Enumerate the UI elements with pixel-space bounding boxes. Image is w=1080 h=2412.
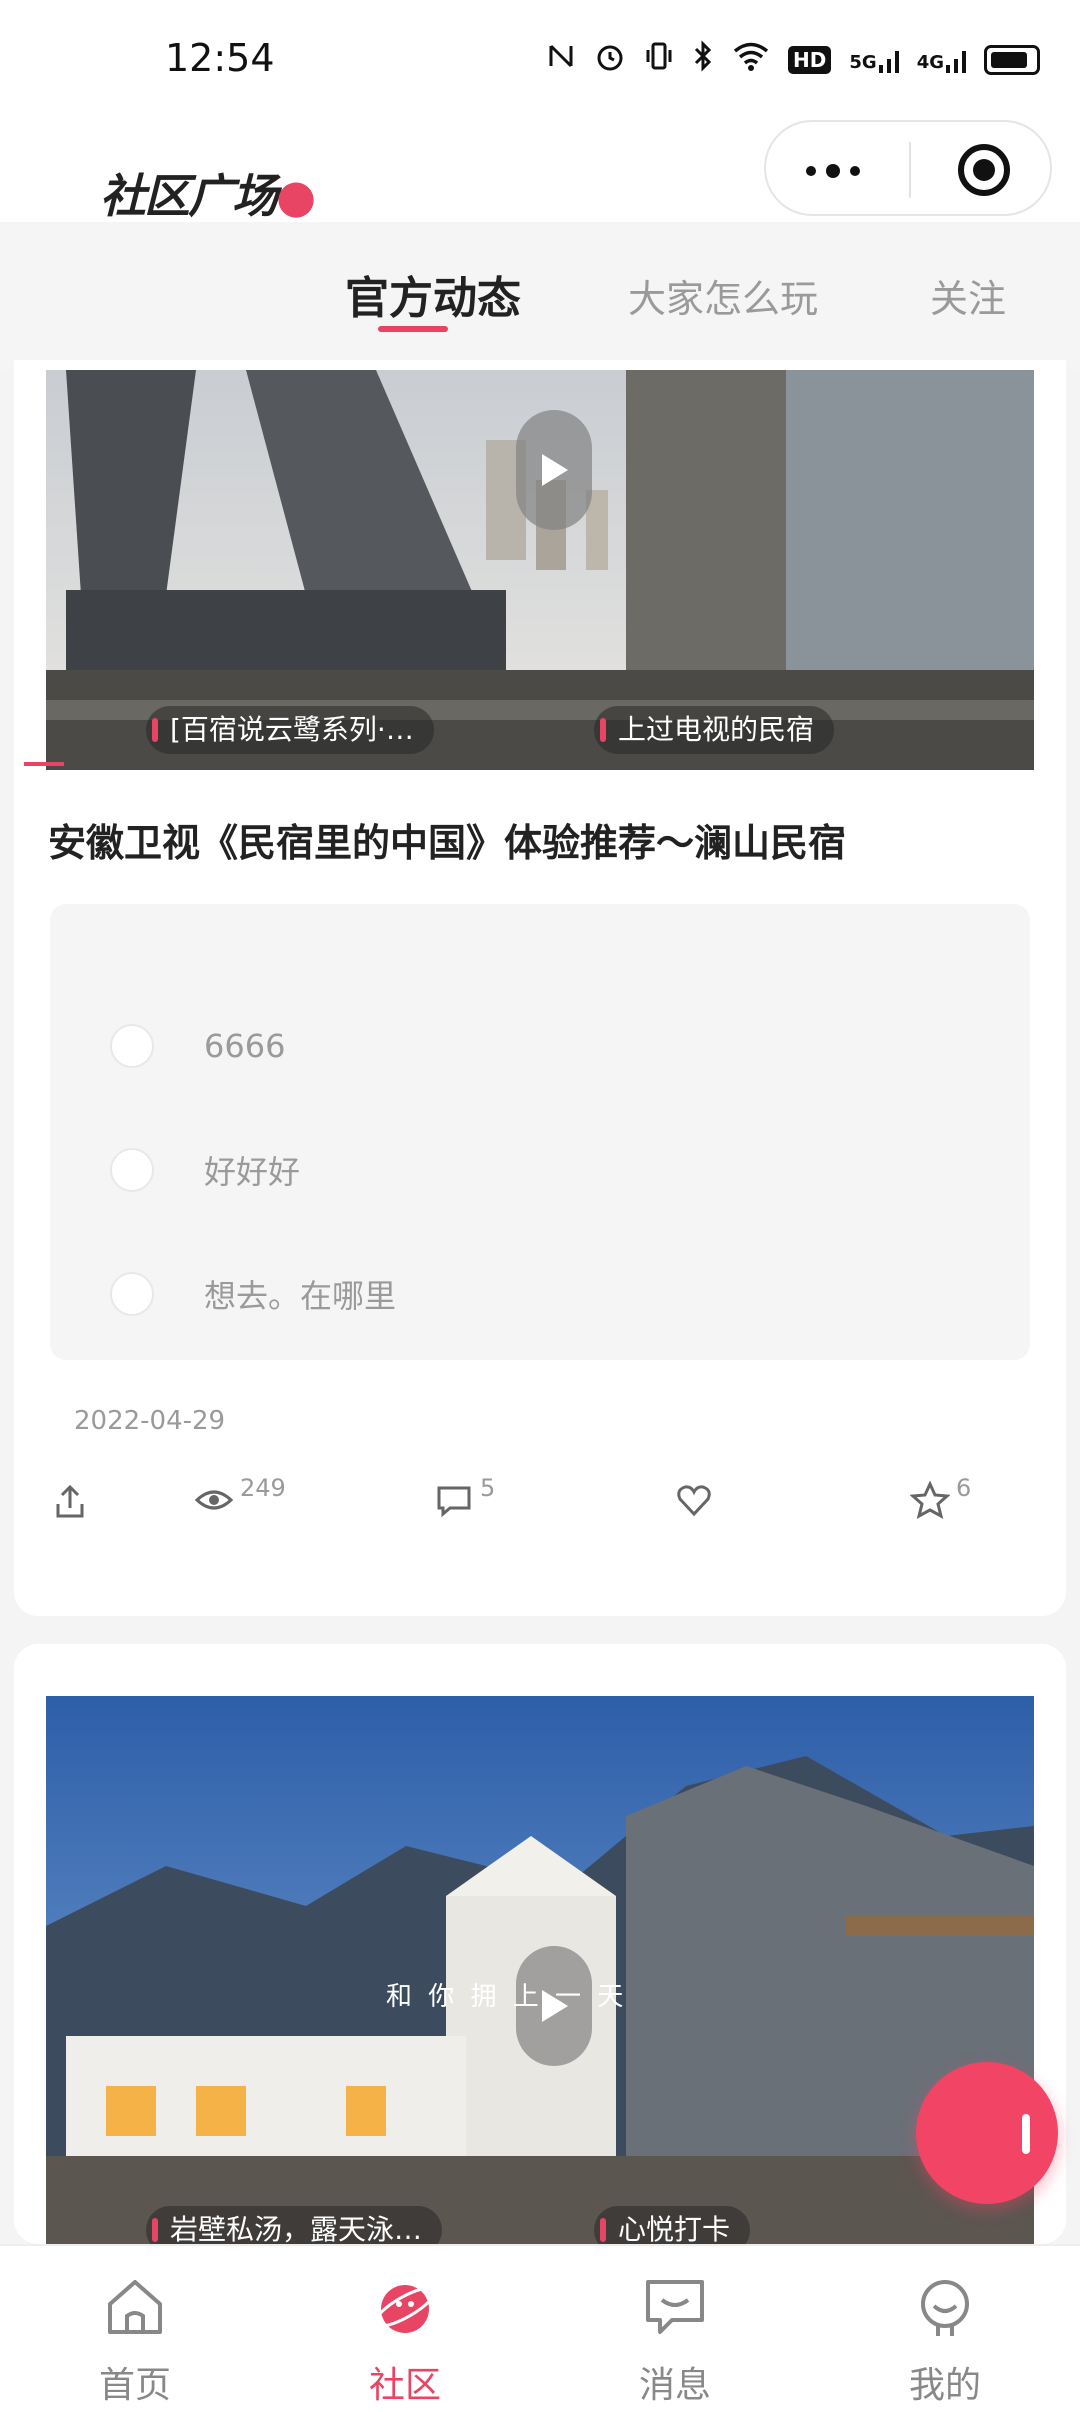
- comment-button[interactable]: 5: [434, 1474, 495, 1520]
- wifi-icon: [732, 41, 770, 79]
- play-button[interactable]: [516, 410, 592, 530]
- hd-icon: HD: [788, 46, 832, 74]
- eye-icon: [194, 1490, 234, 1510]
- nfc-icon: [546, 41, 576, 79]
- tab-how-everyone-plays[interactable]: 大家怎么玩: [628, 268, 818, 323]
- nav-label: 社区: [368, 2365, 441, 2406]
- comment-text: 好好好: [204, 1153, 301, 1191]
- avatar: [110, 1024, 154, 1068]
- comment-text: 想去。在哪里: [204, 1277, 397, 1315]
- comment-item: 好好好: [110, 1140, 300, 1200]
- nav-home[interactable]: 首页: [0, 2246, 270, 2412]
- comment-item: 想去。在哪里: [110, 1264, 396, 1324]
- comment-icon: [437, 1486, 471, 1518]
- fab-indicator: [1022, 2114, 1030, 2154]
- favorite-button[interactable]: 6: [910, 1474, 971, 1520]
- nav-messages[interactable]: 消息: [540, 2246, 810, 2412]
- 4g-signal-icon: 4G: [917, 47, 966, 73]
- tab-official-news[interactable]: 官方动态: [345, 262, 521, 326]
- topic-tag[interactable]: 心悦打卡: [594, 2206, 751, 2244]
- post-card[interactable]: [百宿说云鹭系列·… 上过电视的民宿 安徽卫视《民宿里的中国》体验推荐～澜山民宿…: [14, 360, 1066, 1616]
- status-icons: HD 5G 4G: [546, 40, 1040, 80]
- post-date: 2022-04-29: [74, 1406, 226, 1436]
- close-target-icon[interactable]: [958, 144, 1010, 196]
- share-icon: [56, 1484, 84, 1518]
- avatar: [110, 1272, 154, 1316]
- battery-icon: [984, 45, 1040, 75]
- app-logo: 社区广场●: [100, 160, 316, 226]
- active-tab-indicator: [378, 326, 448, 332]
- status-bar: 12:54 HD 5G 4G: [0, 0, 1080, 120]
- header: 社区广场●: [0, 120, 1080, 223]
- avatar: [110, 1148, 154, 1192]
- create-post-fab[interactable]: [916, 2062, 1058, 2204]
- nav-profile[interactable]: 我的: [810, 2246, 1080, 2412]
- 5g-label: 5G: [849, 52, 877, 73]
- capsule-divider: [909, 142, 911, 198]
- like-button[interactable]: [674, 1480, 720, 1520]
- profile-icon: [921, 2280, 969, 2336]
- favorite-count-value: 6: [956, 1474, 972, 1502]
- message-icon: [646, 2280, 704, 2334]
- post-video[interactable]: 岩壁私汤，露天泳… 心悦打卡 和 你 拥 上 一 天: [46, 1696, 1034, 2244]
- nav-community[interactable]: 社区: [270, 2246, 540, 2412]
- star-icon: [910, 1480, 950, 1519]
- post-card[interactable]: 岩壁私汤，露天泳… 心悦打卡 和 你 拥 上 一 天: [14, 1644, 1066, 2244]
- tab-follow[interactable]: 关注: [930, 268, 1006, 323]
- comment-preview-box[interactable]: 6666 好好好 想去。在哪里: [50, 904, 1030, 1360]
- more-icon[interactable]: [806, 164, 860, 178]
- 4g-label: 4G: [916, 52, 944, 73]
- vibrate-icon: [644, 40, 674, 80]
- nav-label: 首页: [98, 2365, 171, 2406]
- comment-item: 6666: [110, 1016, 285, 1076]
- video-overlay-text: 和 你 拥 上 一 天: [386, 1982, 628, 2012]
- tab-bar: 官方动态 大家怎么玩 关注: [0, 222, 1080, 370]
- nav-label: 消息: [638, 2365, 711, 2406]
- status-time: 12:54: [165, 36, 275, 80]
- bottom-nav: 首页 社区 消息 我的: [0, 2244, 1080, 2412]
- video-progress-mark: [24, 762, 64, 766]
- post-title[interactable]: 安徽卫视《民宿里的中国》体验推荐～澜山民宿: [48, 812, 846, 867]
- topic-tag[interactable]: 岩壁私汤，露天泳…: [146, 2206, 443, 2244]
- topic-tag[interactable]: [百宿说云鹭系列·…: [146, 706, 434, 754]
- view-count: 249: [194, 1474, 286, 1520]
- alarm-icon: [594, 40, 626, 80]
- post-video[interactable]: [百宿说云鹭系列·… 上过电视的民宿: [46, 370, 1034, 770]
- comment-text: 6666: [204, 1027, 286, 1065]
- logo-dot: ●: [276, 169, 316, 223]
- nav-label: 我的: [908, 2365, 981, 2406]
- miniprogram-capsule: [764, 120, 1052, 216]
- bluetooth-icon: [692, 40, 714, 80]
- logo-text: 社区广场: [100, 169, 278, 223]
- view-count-value: 249: [240, 1474, 286, 1502]
- community-planet-icon: [373, 2285, 437, 2333]
- heart-icon: [677, 1485, 711, 1517]
- topic-tag[interactable]: 上过电视的民宿: [594, 706, 835, 754]
- 5g-signal-icon: 5G: [849, 47, 899, 73]
- post-actions: 249 5 6: [14, 1470, 1066, 1550]
- share-button[interactable]: [50, 1482, 90, 1522]
- home-icon: [108, 2280, 162, 2334]
- comment-count-value: 5: [480, 1474, 496, 1502]
